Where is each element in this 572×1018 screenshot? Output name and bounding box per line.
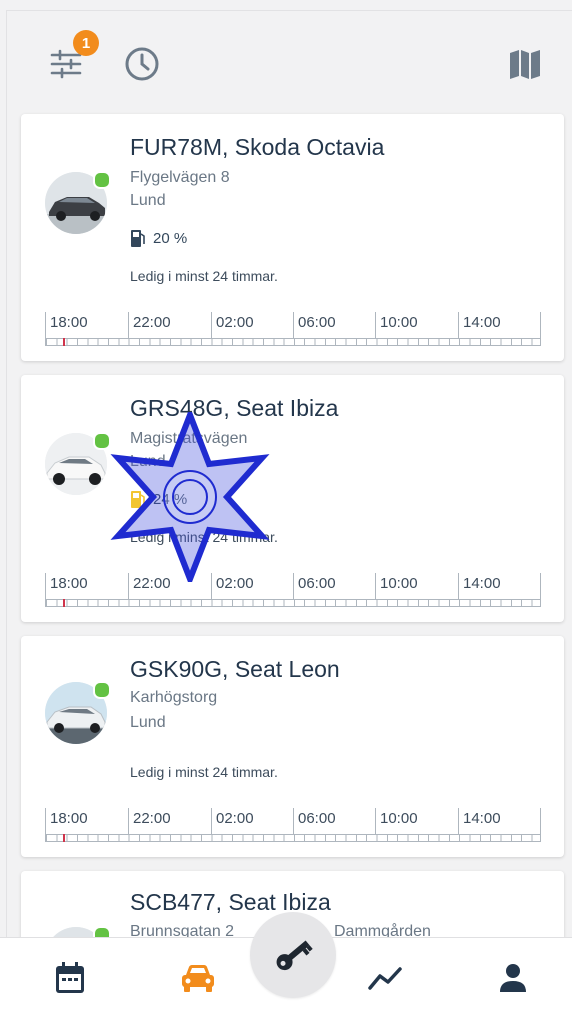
- tick-label: 06:00: [293, 573, 336, 599]
- nav-cars[interactable]: [168, 938, 228, 1018]
- now-marker: [63, 599, 65, 607]
- top-bar: 1: [0, 0, 572, 108]
- key-icon: [276, 940, 313, 971]
- availability-timeline: 18:00 22:00 02:00 06:00 10:00 14:00: [45, 573, 541, 609]
- car-city: Lund: [130, 714, 166, 731]
- fuel-percent: 24 %: [153, 490, 188, 508]
- car-title: FUR78M, Skoda Octavia: [130, 134, 385, 160]
- fuel-level: 20 %: [130, 228, 187, 248]
- tick-label: 02:00: [211, 312, 254, 338]
- history-button[interactable]: [120, 42, 164, 86]
- availability-text: Ledig i minst 24 timmar.: [130, 268, 278, 284]
- car-title: GRS48G, Seat Ibiza: [130, 395, 339, 421]
- tick-label: 06:00: [293, 312, 336, 338]
- availability-dot: [93, 681, 111, 699]
- availability-dot: [93, 432, 111, 450]
- availability-timeline: 18:00 22:00 02:00 06:00 10:00 14:00: [45, 312, 541, 348]
- availability-text: Ledig i minst 24 timmar.: [130, 764, 278, 780]
- tick-label: 18:00: [45, 573, 88, 599]
- timeline-bar: [45, 834, 541, 842]
- nav-statistics[interactable]: [356, 938, 416, 1018]
- fuel-pump-icon: [131, 491, 145, 508]
- timeline-bar: [45, 338, 541, 346]
- tick-label: 02:00: [211, 808, 254, 834]
- car-street: Karhögstorg: [130, 689, 218, 706]
- availability-text: Ledig i minst 24 timmar.: [130, 529, 278, 545]
- filter-count-badge: 1: [73, 30, 99, 56]
- tick-label: 10:00: [375, 312, 418, 338]
- car-card[interactable]: GRS48G, Seat Ibiza Magistratsvägen Lund …: [21, 375, 564, 622]
- now-marker: [63, 338, 65, 346]
- car-icon: [182, 965, 214, 992]
- chart-icon: [368, 967, 402, 990]
- calendar-icon: [56, 962, 84, 993]
- map-icon: [510, 50, 540, 79]
- tick-label: 18:00: [45, 312, 88, 338]
- tick-label: 14:00: [458, 808, 501, 834]
- person-icon: [500, 964, 526, 992]
- tick-label: 10:00: [375, 808, 418, 834]
- car-city: Lund: [130, 453, 166, 470]
- availability-dot: [93, 171, 111, 189]
- car-title: GSK90G, Seat Leon: [130, 656, 340, 682]
- map-button[interactable]: [503, 42, 547, 86]
- tick-label: 10:00: [375, 573, 418, 599]
- car-street: Flygelvägen 8: [130, 169, 230, 186]
- fuel-percent: 20 %: [153, 229, 188, 247]
- tick-label: 06:00: [293, 808, 336, 834]
- car-street: Magistratsvägen: [130, 430, 248, 447]
- fuel-level: 24 %: [130, 489, 187, 509]
- now-marker: [63, 834, 65, 842]
- car-card[interactable]: GSK90G, Seat Leon Karhögstorg Lund Ledig…: [21, 636, 564, 857]
- tick-label: 02:00: [211, 573, 254, 599]
- car-city: Lund: [130, 192, 166, 209]
- nav-profile[interactable]: [483, 938, 543, 1018]
- car-card[interactable]: FUR78M, Skoda Octavia Flygelvägen 8 Lund…: [21, 114, 564, 361]
- tick-label: 14:00: [458, 312, 501, 338]
- tick-label: 18:00: [45, 808, 88, 834]
- key-button[interactable]: [250, 912, 336, 998]
- nav-calendar[interactable]: [40, 938, 100, 1018]
- fuel-pump-icon: [131, 230, 145, 247]
- tick-label: 22:00: [128, 573, 171, 599]
- tick-label: 14:00: [458, 573, 501, 599]
- tick-label: 22:00: [128, 312, 171, 338]
- clock-icon: [125, 47, 159, 81]
- availability-timeline: 18:00 22:00 02:00 06:00 10:00 14:00: [45, 808, 541, 844]
- tick-label: 22:00: [128, 808, 171, 834]
- timeline-bar: [45, 599, 541, 607]
